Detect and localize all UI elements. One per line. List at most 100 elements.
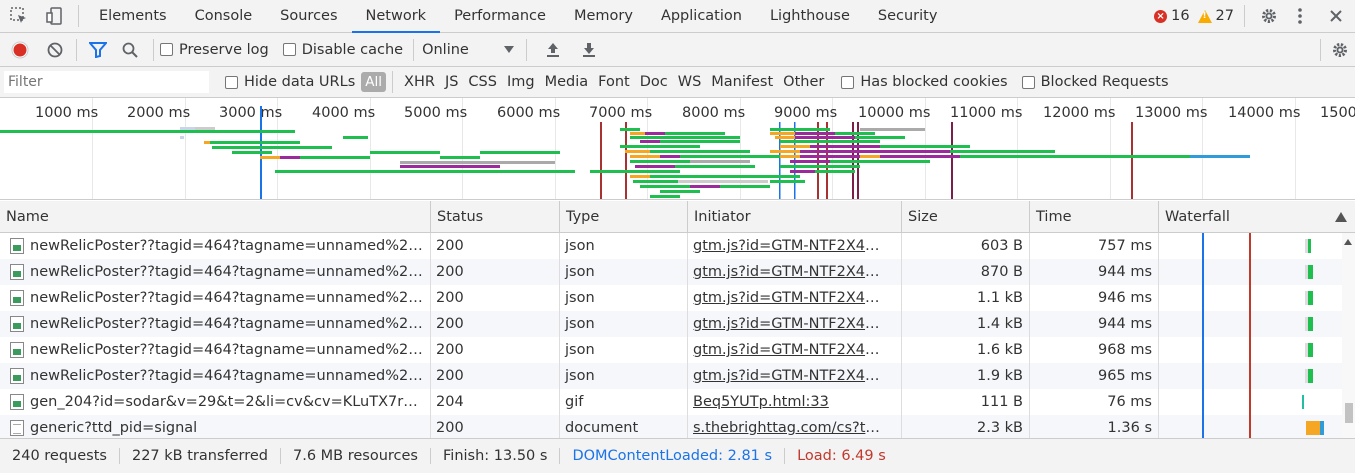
- waterfall-bar[interactable]: [1306, 421, 1324, 435]
- table-row[interactable]: newRelicPoster??tagid=464?tagname=unname…: [0, 311, 1342, 337]
- waterfall-bar[interactable]: [1305, 369, 1313, 383]
- filter-type-js[interactable]: JS: [440, 74, 463, 90]
- search-icon[interactable]: [113, 33, 147, 66]
- inspect-element-icon[interactable]: [0, 0, 38, 33]
- clear-icon[interactable]: [40, 33, 70, 66]
- tab-sources[interactable]: Sources: [266, 0, 351, 33]
- device-toolbar-icon[interactable]: [38, 0, 72, 33]
- checkbox-box[interactable]: [1021, 75, 1035, 89]
- request-name[interactable]: newRelicPoster??tagid=464?tagname=unname…: [30, 285, 431, 311]
- request-initiator-link[interactable]: gtm.js?id=GTM-NTF2X45&l=...: [688, 233, 902, 259]
- filter-type-doc[interactable]: Doc: [635, 74, 673, 90]
- waterfall-bar[interactable]: [1305, 265, 1313, 279]
- table-row[interactable]: gen_204?id=sodar&v=29&t=2&li=cv&cv=KLuTX…: [0, 389, 1342, 415]
- table-row[interactable]: newRelicPoster??tagid=464?tagname=unname…: [0, 285, 1342, 311]
- filter-type-xhr[interactable]: XHR: [399, 74, 440, 90]
- request-bar: [780, 165, 860, 168]
- scroll-up-arrow-icon[interactable]: [1344, 239, 1352, 245]
- more-options-icon[interactable]: [1283, 0, 1317, 33]
- request-name[interactable]: newRelicPoster??tagid=464?tagname=unname…: [30, 259, 431, 285]
- scroll-thumb[interactable]: [1345, 403, 1353, 423]
- tab-lighthouse[interactable]: Lighthouse: [756, 0, 864, 33]
- request-initiator-link[interactable]: gtm.js?id=GTM-NTF2X45&l=...: [688, 259, 902, 285]
- filter-type-manifest[interactable]: Manifest: [706, 74, 778, 90]
- checkbox-box[interactable]: [225, 75, 238, 89]
- request-bar: [790, 170, 815, 173]
- request-name[interactable]: newRelicPoster??tagid=464?tagname=unname…: [30, 311, 431, 337]
- tab-security[interactable]: Security: [864, 0, 952, 33]
- checkbox-box[interactable]: [160, 43, 173, 56]
- tab-console[interactable]: Console: [181, 0, 267, 33]
- request-bar: [620, 145, 640, 148]
- request-name[interactable]: gen_204?id=sodar&v=29&t=2&li=cv&cv=KLuTX…: [30, 389, 431, 415]
- filter-icon[interactable]: [83, 33, 113, 66]
- request-initiator-link[interactable]: gtm.js?id=GTM-NTF2X45&l=...: [688, 337, 902, 363]
- preserve-log-checkbox[interactable]: Preserve log: [160, 42, 269, 58]
- request-name[interactable]: newRelicPoster??tagid=464?tagname=unname…: [30, 363, 431, 389]
- waterfall-bar[interactable]: [1305, 343, 1313, 357]
- column-header-waterfall[interactable]: Waterfall: [1159, 201, 1355, 233]
- table-scrollbar[interactable]: [1342, 233, 1355, 438]
- waterfall-bar[interactable]: [1305, 317, 1313, 331]
- download-segment: [1308, 265, 1313, 279]
- request-bar: [630, 132, 645, 135]
- download-segment: [1308, 343, 1313, 357]
- table-row[interactable]: newRelicPoster??tagid=464?tagname=unname…: [0, 337, 1342, 363]
- tab-performance[interactable]: Performance: [440, 0, 560, 33]
- table-row[interactable]: newRelicPoster??tagid=464?tagname=unname…: [0, 363, 1342, 389]
- request-initiator-link[interactable]: gtm.js?id=GTM-NTF2X45&l=...: [688, 311, 902, 337]
- request-initiator-link[interactable]: gtm.js?id=GTM-NTF2X45&l=...: [688, 363, 902, 389]
- request-bar: [770, 180, 805, 183]
- filter-type-media[interactable]: Media: [540, 74, 594, 90]
- column-header-status[interactable]: Status: [431, 201, 560, 233]
- filter-type-font[interactable]: Font: [593, 74, 635, 90]
- request-initiator-link[interactable]: gtm.js?id=GTM-NTF2X45&l=...: [688, 285, 902, 311]
- filter-type-ws[interactable]: WS: [673, 74, 707, 90]
- settings-gear-icon[interactable]: [1255, 0, 1283, 33]
- sort-ascending-icon: [1335, 212, 1347, 222]
- waterfall-bar[interactable]: [1305, 239, 1311, 253]
- request-type: json: [560, 285, 688, 311]
- request-name[interactable]: newRelicPoster??tagid=464?tagname=unname…: [30, 233, 431, 259]
- checkbox-box[interactable]: [841, 75, 855, 89]
- request-bar: [400, 161, 555, 164]
- table-row[interactable]: newRelicPoster??tagid=464?tagname=unname…: [0, 233, 1342, 259]
- column-header-initiator[interactable]: Initiator: [688, 201, 902, 233]
- image-file-icon: [10, 316, 24, 332]
- tab-network[interactable]: Network: [351, 0, 441, 33]
- blocked-requests-checkbox[interactable]: Blocked Requests: [1021, 74, 1169, 90]
- request-initiator-link[interactable]: s.thebrighttag.com/cs?tp=tB...: [688, 415, 902, 438]
- filter-type-img[interactable]: Img: [502, 74, 540, 90]
- throttling-select[interactable]: Online: [422, 42, 515, 58]
- request-initiator-link[interactable]: Beq5YUTp.html:33: [688, 389, 902, 415]
- column-header-time[interactable]: Time: [1030, 201, 1159, 233]
- close-devtools-icon[interactable]: [1317, 0, 1355, 33]
- request-size: 111 B: [902, 389, 1030, 415]
- waterfall-bar[interactable]: [1305, 291, 1313, 305]
- filter-type-css[interactable]: CSS: [463, 74, 502, 90]
- table-row[interactable]: newRelicPoster??tagid=464?tagname=unname…: [0, 259, 1342, 285]
- column-header-type[interactable]: Type: [560, 201, 688, 233]
- network-overview-timeline[interactable]: 1000 ms 2000 ms 3000 ms 4000 ms 5000 ms …: [0, 98, 1355, 200]
- filter-type-all[interactable]: All: [361, 72, 387, 92]
- request-name[interactable]: newRelicPoster??tagid=464?tagname=unname…: [30, 337, 431, 363]
- hide-data-urls-checkbox[interactable]: Hide data URLs: [225, 74, 355, 90]
- tab-application[interactable]: Application: [647, 0, 756, 33]
- tab-memory[interactable]: Memory: [560, 0, 647, 33]
- request-name[interactable]: generic?ttd_pid=signal: [30, 415, 431, 438]
- table-row[interactable]: generic?ttd_pid=signal 200 document s.thebr…: [0, 415, 1342, 438]
- waterfall-bar[interactable]: [1302, 395, 1304, 409]
- checkbox-box[interactable]: [282, 43, 296, 56]
- column-header-size[interactable]: Size: [902, 201, 1030, 233]
- disable-cache-checkbox[interactable]: Disable cache: [282, 42, 403, 58]
- column-header-name[interactable]: Name: [0, 201, 431, 233]
- issue-counter[interactable]: × 16 27: [1154, 8, 1234, 24]
- import-har-icon[interactable]: [535, 33, 571, 66]
- export-har-icon[interactable]: [571, 33, 607, 66]
- filter-type-other[interactable]: Other: [778, 74, 829, 90]
- tab-elements[interactable]: Elements: [85, 0, 181, 33]
- has-blocked-cookies-checkbox[interactable]: Has blocked cookies: [841, 74, 1008, 90]
- filter-input[interactable]: [4, 71, 209, 93]
- record-button[interactable]: [0, 33, 40, 66]
- network-settings-gear-icon[interactable]: [1325, 33, 1355, 66]
